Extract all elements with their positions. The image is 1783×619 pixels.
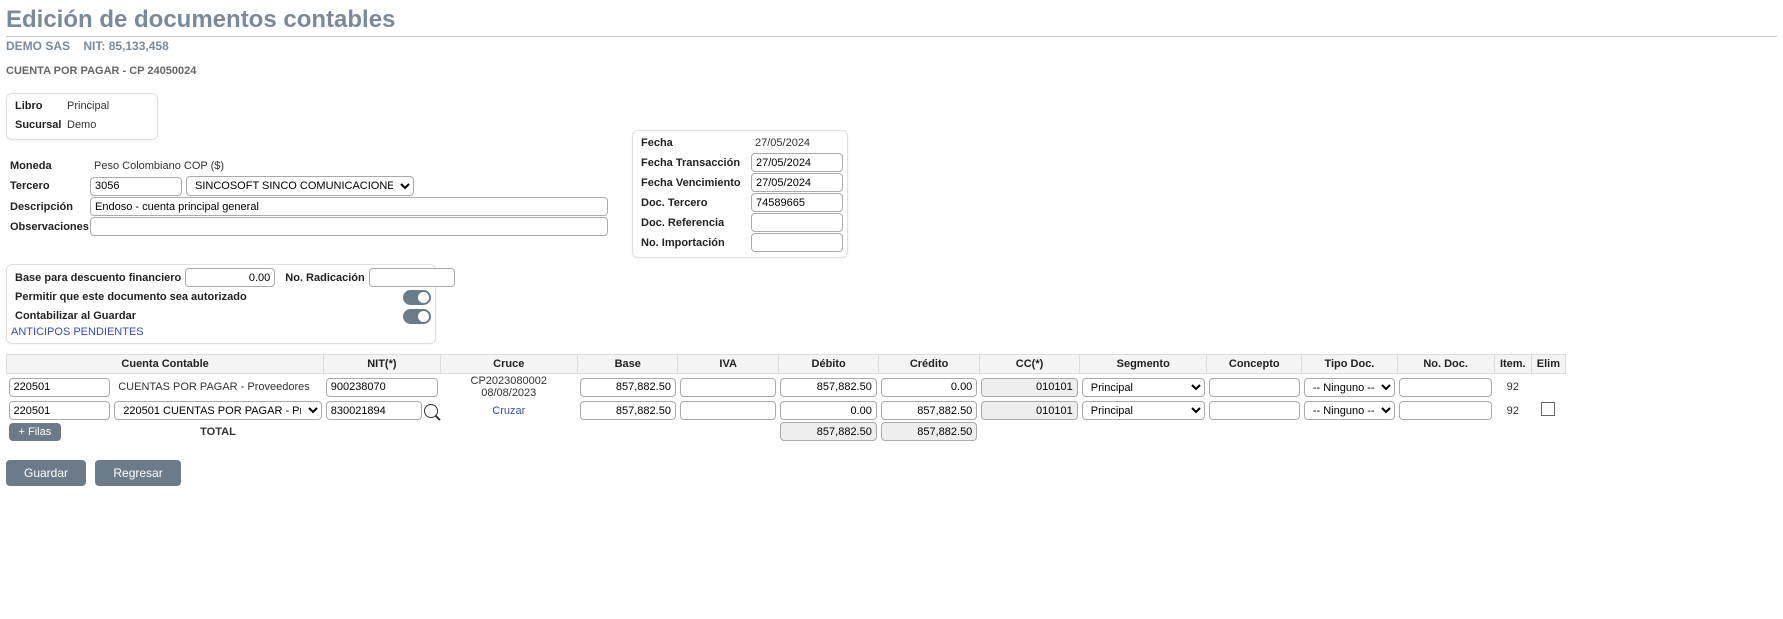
sucursal-label: Sucursal: [11, 116, 63, 134]
no-radicacion-label: No. Radicación: [281, 269, 368, 287]
company-name: DEMO SAS: [6, 39, 70, 53]
concepto-input[interactable]: [1209, 401, 1300, 420]
top-panel: Libro Principal Sucursal Demo: [6, 93, 158, 140]
right-panel: Fecha 27/05/2024 Fecha Transacción Fecha…: [632, 130, 848, 258]
libro-value: Principal: [63, 98, 153, 114]
base-desc-label: Base para descuento financiero: [11, 269, 185, 287]
total-debito: [780, 422, 876, 441]
moneda-value: Peso Colombiano COP ($): [90, 158, 228, 174]
fecha-trans-input[interactable]: [751, 153, 843, 172]
descripcion-label: Descripción: [6, 198, 90, 216]
th-credito: Crédito: [879, 355, 979, 374]
credito-input[interactable]: [881, 378, 977, 397]
left-panel: Moneda Peso Colombiano COP ($) Tercero S…: [6, 156, 618, 237]
document-title: CUENTA POR PAGAR - CP 24050024: [6, 65, 1777, 77]
fecha-label: Fecha: [637, 134, 751, 152]
debito-input[interactable]: [780, 401, 876, 420]
base-desc-input[interactable]: [185, 268, 275, 287]
tipo-doc-select[interactable]: -- Ninguno --: [1304, 378, 1395, 397]
credito-input[interactable]: [881, 401, 977, 420]
table-row: 220501 CUENTAS POR PAGAR - Prove Cruzar Pr…: [7, 400, 1566, 421]
contabilizar-label: Contabilizar al Guardar: [11, 307, 140, 325]
add-rows-button[interactable]: + Filas: [9, 423, 62, 441]
th-nit: NIT(*): [324, 355, 440, 374]
nit-input[interactable]: [326, 378, 438, 397]
th-segmento: Segmento: [1080, 355, 1207, 374]
item-value: 92: [1507, 405, 1519, 417]
doc-ref-label: Doc. Referencia: [637, 214, 751, 232]
tipo-doc-select[interactable]: -- Ninguno --: [1304, 401, 1395, 420]
bottom-panel: Base para descuento financiero No. Radic…: [6, 264, 436, 344]
cuenta-code-input[interactable]: [9, 378, 111, 397]
tercero-label: Tercero: [6, 177, 90, 195]
segmento-select[interactable]: Principal: [1082, 378, 1205, 397]
fecha-venc-input[interactable]: [751, 173, 843, 192]
sucursal-value: Demo: [63, 117, 153, 133]
doc-tercero-input[interactable]: [751, 193, 843, 212]
cruce-text: CP2023080002 08/08/2023: [471, 375, 547, 399]
th-iva: IVA: [678, 355, 778, 374]
observaciones-input[interactable]: [90, 217, 608, 236]
elim-checkbox[interactable]: [1541, 402, 1555, 416]
th-no-doc: No. Doc.: [1397, 355, 1494, 374]
no-import-label: No. Importación: [637, 234, 751, 252]
fecha-value: 27/05/2024: [751, 135, 843, 151]
tercero-code-input[interactable]: [90, 177, 182, 196]
company-nit: 85,133,458: [109, 39, 169, 53]
table-row: CUENTAS POR PAGAR - Proveedores CP2023080…: [7, 374, 1566, 401]
tercero-name-select[interactable]: SINCOSOFT SINCO COMUNICACIONES S.A.S: [186, 176, 414, 196]
no-doc-input[interactable]: [1399, 378, 1492, 397]
segmento-select[interactable]: Principal: [1082, 401, 1205, 420]
permitir-autorizado-toggle[interactable]: [403, 290, 431, 305]
th-cc: CC(*): [979, 355, 1079, 374]
cuenta-code-input[interactable]: [9, 401, 111, 420]
th-cuenta: Cuenta Contable: [7, 355, 324, 374]
permitir-autorizado-label: Permitir que este documento sea autoriza…: [11, 288, 251, 306]
guardar-button[interactable]: Guardar: [6, 460, 86, 486]
fecha-venc-label: Fecha Vencimiento: [637, 174, 751, 192]
nit-input[interactable]: [326, 401, 422, 420]
moneda-label: Moneda: [6, 157, 90, 175]
anticipos-pendientes-link[interactable]: ANTICIPOS PENDIENTES: [11, 326, 144, 338]
cc-input[interactable]: [981, 401, 1077, 420]
concepto-input[interactable]: [1209, 378, 1300, 397]
th-debito: Débito: [778, 355, 878, 374]
libro-label: Libro: [11, 97, 63, 115]
cuenta-desc-text: CUENTAS POR PAGAR - Proveedores: [114, 381, 321, 393]
iva-input[interactable]: [680, 401, 776, 420]
no-doc-input[interactable]: [1399, 401, 1492, 420]
accounting-grid: Cuenta Contable NIT(*) Cruce Base IVA Dé…: [6, 354, 1566, 442]
page-title: Edición de documentos contables: [6, 6, 1777, 37]
th-tipo-doc: Tipo Doc.: [1302, 355, 1397, 374]
th-cruce: Cruce: [440, 355, 577, 374]
item-value: 92: [1507, 381, 1519, 393]
total-label: TOTAL: [112, 421, 323, 442]
observaciones-label: Observaciones: [6, 218, 90, 236]
th-elim: Elim: [1531, 355, 1565, 374]
debito-input[interactable]: [780, 378, 876, 397]
cc-input[interactable]: [981, 378, 1077, 397]
no-radicacion-input[interactable]: [369, 268, 455, 287]
th-concepto: Concepto: [1207, 355, 1302, 374]
cruzar-link[interactable]: Cruzar: [492, 405, 525, 417]
regresar-button[interactable]: Regresar: [95, 460, 180, 486]
contabilizar-toggle[interactable]: [403, 309, 431, 324]
total-credito: [881, 422, 977, 441]
th-base: Base: [578, 355, 678, 374]
descripcion-input[interactable]: [90, 197, 608, 216]
iva-input[interactable]: [680, 378, 776, 397]
company-line: DEMO SAS NIT: 85,133,458: [6, 39, 1777, 53]
fecha-trans-label: Fecha Transacción: [637, 154, 751, 172]
base-input[interactable]: [580, 401, 676, 420]
base-input[interactable]: [580, 378, 676, 397]
no-import-input[interactable]: [751, 233, 843, 252]
doc-tercero-label: Doc. Tercero: [637, 194, 751, 212]
doc-ref-input[interactable]: [751, 213, 843, 232]
search-icon[interactable]: [424, 404, 438, 418]
th-item: Item.: [1494, 355, 1531, 374]
cuenta-desc-select[interactable]: 220501 CUENTAS POR PAGAR - Prove: [114, 401, 321, 420]
company-nit-label: NIT:: [83, 39, 105, 53]
